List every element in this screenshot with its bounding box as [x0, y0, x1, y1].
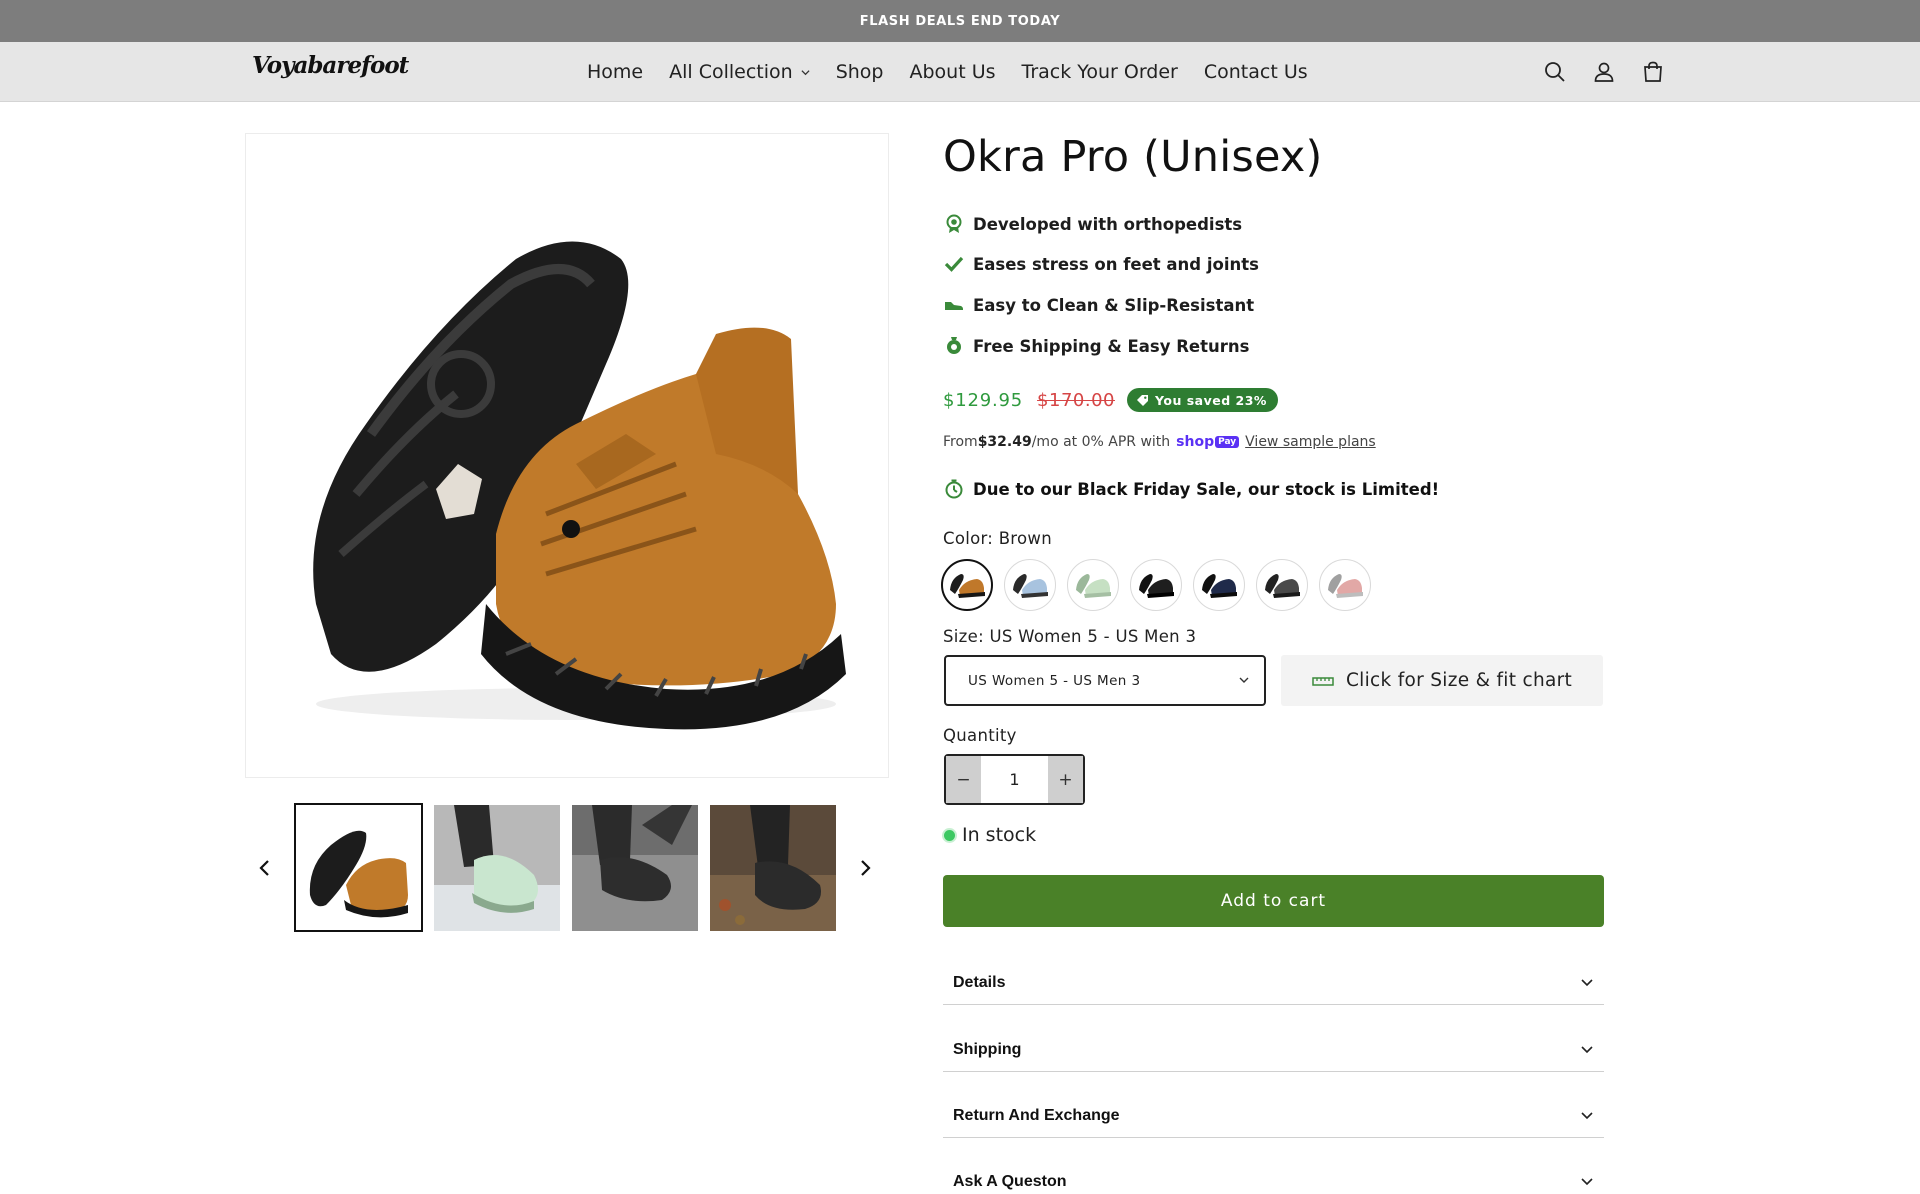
nav-all-collection[interactable]: All Collection: [669, 61, 810, 83]
feature-text: Free Shipping & Easy Returns: [973, 336, 1250, 356]
size-label: Size: US Women 5 - US Men 3: [943, 627, 1197, 646]
quantity-stepper: − 1 +: [944, 754, 1085, 805]
feature-text: Easy to Clean & Slip-Resistant: [973, 295, 1255, 315]
timer-icon: [943, 478, 965, 500]
accordion-label: Shipping: [953, 1040, 1022, 1058]
checkmark-icon: [943, 253, 965, 275]
color-swatch-blue[interactable]: [1004, 559, 1056, 611]
shop-pay-pay: Pay: [1215, 436, 1240, 448]
chevron-left-icon[interactable]: [250, 853, 280, 883]
feature-eases-stress: Eases stress on feet and joints: [943, 252, 1259, 276]
in-stock-dot-icon: [944, 829, 955, 841]
tag-icon: [1136, 394, 1148, 406]
nav-home[interactable]: Home: [587, 61, 643, 83]
quantity-increase-button[interactable]: +: [1048, 756, 1083, 803]
color-swatches: [941, 559, 1382, 613]
size-chart-button[interactable]: Click for Size & fit chart: [1281, 655, 1603, 706]
thumbnail-gallery: [250, 803, 890, 933]
feature-free-shipping: Free Shipping & Easy Returns: [943, 334, 1249, 358]
installment-info: From $32.49 /mo at 0% APR with shop Pay V…: [943, 432, 1376, 452]
saved-text: You saved 23%: [1154, 392, 1267, 408]
accordion-ask-question[interactable]: Ask A Queston: [943, 1160, 1604, 1194]
availability: In stock: [944, 824, 1036, 846]
color-swatch-pink[interactable]: [1319, 559, 1371, 611]
nav-label: Contact Us: [1203, 61, 1308, 83]
nav-shop[interactable]: Shop: [836, 61, 884, 83]
color-swatch-grey[interactable]: [1256, 559, 1308, 611]
color-label: Color: Brown: [943, 529, 1052, 548]
site-header: Voyabarefoot Home All Collection Shop Ab…: [0, 42, 1920, 102]
main-nav: Home All Collection Shop About Us Track …: [574, 42, 1321, 102]
size-select-value: US Women 5 - US Men 3: [968, 672, 1141, 689]
nav-label: Track Your Order: [1021, 61, 1178, 83]
view-sample-plans-link[interactable]: View sample plans: [1245, 434, 1376, 450]
chevron-right-icon[interactable]: [850, 853, 880, 883]
feature-text: Developed with orthopedists: [973, 214, 1243, 234]
feature-easy-clean: Easy to Clean & Slip-Resistant: [943, 293, 1254, 317]
saved-badge: You saved 23%: [1126, 388, 1278, 412]
chevron-down-icon: [1581, 979, 1593, 987]
quantity-input[interactable]: 1: [981, 756, 1048, 803]
accordion-label: Return And Exchange: [953, 1106, 1120, 1124]
logo[interactable]: Voyabarefoot: [252, 52, 409, 79]
color-swatch-brown[interactable]: [941, 559, 993, 611]
chevron-down-icon: [801, 69, 810, 75]
announcement-bar: FLASH DEALS END TODAY: [0, 0, 1920, 42]
product-main-image[interactable]: [245, 133, 889, 778]
chevron-down-icon: [1581, 1112, 1593, 1120]
thumbnail-4[interactable]: [710, 805, 836, 931]
thumbnail-2[interactable]: [434, 805, 560, 931]
shoe-icon: [943, 294, 965, 316]
cart-icon[interactable]: [1638, 57, 1668, 87]
shop-pay-shop: shop: [1176, 434, 1215, 450]
installment-prefix: From: [943, 434, 978, 450]
sale-price: $129.95: [943, 389, 1024, 411]
chevron-down-icon: [1239, 677, 1249, 683]
nav-label: Home: [587, 61, 644, 83]
announcement-text: FLASH DEALS END TODAY: [859, 13, 1061, 29]
nav-label: All Collection: [669, 61, 793, 83]
price-row: $129.95 $170.00 You saved 23%: [943, 385, 1278, 415]
product-title: Okra Pro (Unisex): [943, 132, 1323, 182]
nav-about-us[interactable]: About Us: [909, 61, 995, 83]
header-icons: [1540, 57, 1687, 87]
installment-suffix: /mo at 0% APR with: [1031, 434, 1171, 450]
compare-price: $170.00: [1037, 389, 1115, 411]
shipping-icon: [943, 335, 965, 357]
accordion-label: Ask A Queston: [953, 1172, 1067, 1190]
chevron-down-icon: [1581, 1178, 1593, 1186]
chevron-down-icon: [1581, 1046, 1593, 1054]
size-select[interactable]: US Women 5 - US Men 3: [944, 655, 1266, 706]
thumbnail-1[interactable]: [294, 803, 423, 932]
stock-note-text: Due to our Black Friday Sale, our stock …: [973, 479, 1440, 499]
award-icon: [943, 213, 965, 235]
size-chart-label: Click for Size & fit chart: [1345, 670, 1573, 691]
shop-pay-logo: shop Pay: [1176, 434, 1240, 450]
color-swatch-navy[interactable]: [1193, 559, 1245, 611]
add-to-cart-button[interactable]: Add to cart: [943, 875, 1604, 927]
nav-contact-us[interactable]: Contact Us: [1204, 61, 1308, 83]
feature-orthopedists: Developed with orthopedists: [943, 212, 1242, 236]
search-icon[interactable]: [1540, 57, 1570, 87]
account-icon[interactable]: [1589, 57, 1619, 87]
nav-label: About Us: [909, 61, 996, 83]
feature-text: Eases stress on feet and joints: [973, 254, 1259, 274]
color-swatch-mint[interactable]: [1067, 559, 1119, 611]
accordion-label: Details: [953, 973, 1006, 991]
stock-limited-note: Due to our Black Friday Sale, our stock …: [943, 478, 1439, 500]
accordion-details[interactable]: Details: [943, 961, 1604, 1005]
nav-track-your-order[interactable]: Track Your Order: [1022, 61, 1178, 83]
ruler-icon: [1312, 676, 1334, 686]
thumbnail-3[interactable]: [572, 805, 698, 931]
quantity-decrease-button[interactable]: −: [946, 756, 981, 803]
installment-amount: $32.49: [977, 434, 1032, 450]
nav-label: Shop: [835, 61, 884, 83]
accordion-shipping[interactable]: Shipping: [943, 1028, 1604, 1072]
accordion-return-exchange[interactable]: Return And Exchange: [943, 1094, 1604, 1138]
availability-text: In stock: [962, 824, 1037, 846]
color-swatch-black[interactable]: [1130, 559, 1182, 611]
quantity-label: Quantity: [943, 726, 1017, 745]
